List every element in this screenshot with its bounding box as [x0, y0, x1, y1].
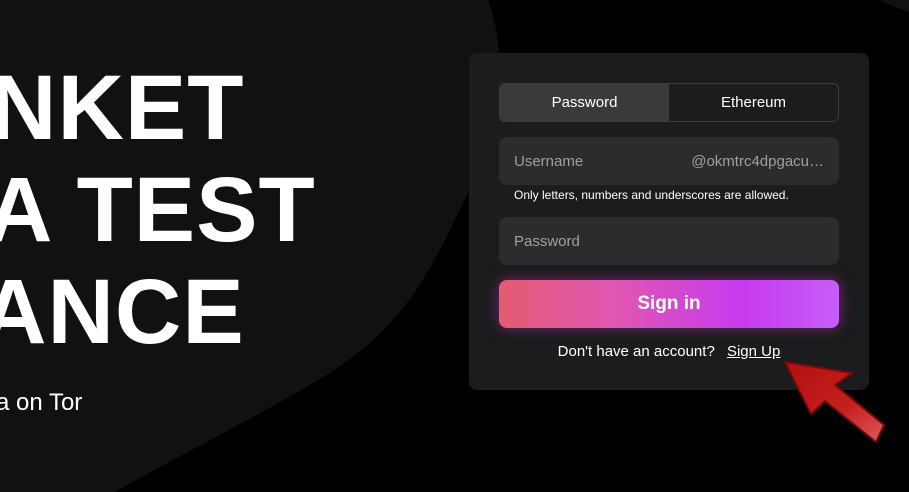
username-label: Username [514, 152, 584, 170]
username-hint: Only letters, numbers and underscores ar… [514, 188, 789, 202]
signup-prompt: Don't have an account? [557, 343, 715, 360]
password-field[interactable]: Password [499, 217, 839, 265]
sign-in-button[interactable]: Sign in [499, 280, 839, 328]
hero-title-line-1: NKET [0, 57, 245, 159]
red-arrow-icon [784, 361, 885, 443]
tab-password[interactable]: Password [500, 84, 669, 121]
hero-title-line-3: ANCE [0, 261, 245, 363]
hero-subtitle: ra on Tor [0, 389, 83, 416]
username-value: @okmtrc4dpgacu… [691, 152, 824, 170]
tab-ethereum[interactable]: Ethereum [669, 84, 838, 121]
sign-in-card: Password Ethereum Username @okmtrc4dpgac… [469, 53, 869, 390]
hero-title-line-2: A TEST [0, 159, 316, 261]
sign-up-link[interactable]: Sign Up [727, 343, 780, 360]
username-field[interactable]: Username @okmtrc4dpgacu… [499, 137, 839, 185]
auth-method-tabs: Password Ethereum [499, 83, 839, 122]
password-placeholder: Password [514, 232, 580, 250]
